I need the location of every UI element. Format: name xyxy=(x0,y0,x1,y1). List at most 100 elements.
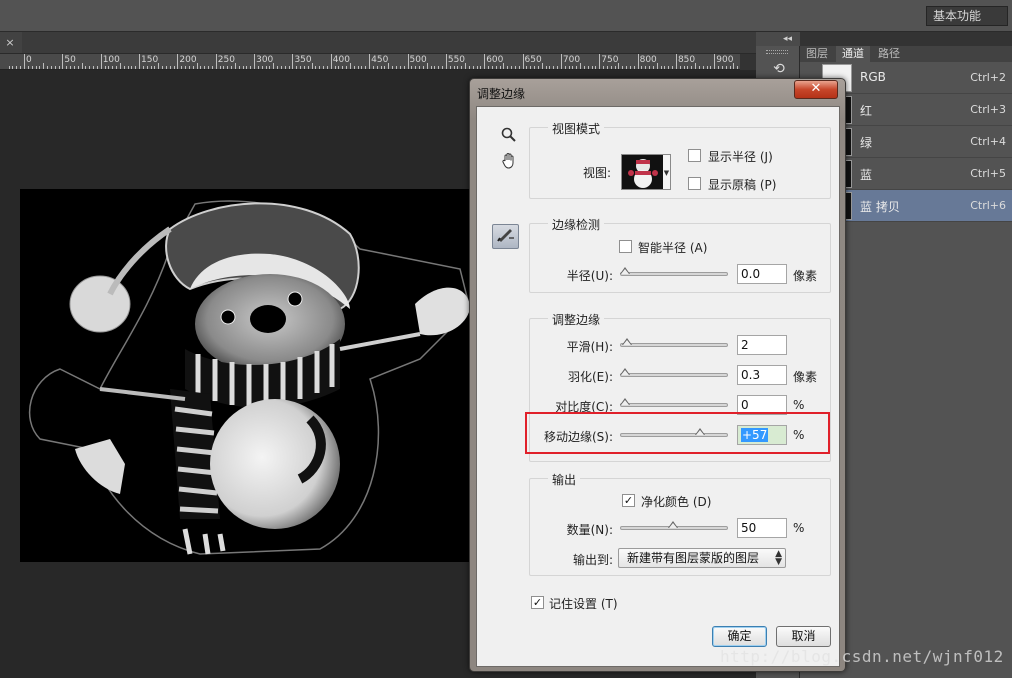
contrast-slider[interactable] xyxy=(620,398,728,407)
view-mode-thumbnail[interactable] xyxy=(621,154,665,190)
ruler-tick xyxy=(181,66,183,69)
ruler-tick xyxy=(664,66,666,69)
ruler-tick xyxy=(426,63,428,69)
workspace-switcher[interactable]: 基本功能 xyxy=(926,6,1008,26)
ruler-tick xyxy=(369,54,371,69)
history-icon[interactable]: ⟲ xyxy=(770,60,788,78)
ruler-tick xyxy=(384,66,386,69)
ruler-tick xyxy=(315,66,317,69)
ruler-tick xyxy=(66,66,68,69)
amount-input[interactable]: 50 xyxy=(737,518,787,538)
ruler-tick xyxy=(629,66,631,69)
ruler-label: 150 xyxy=(141,55,159,65)
contrast-slider-thumb[interactable] xyxy=(620,398,631,409)
ruler-label: 350 xyxy=(294,55,312,65)
document-tab[interactable] xyxy=(22,32,756,53)
ruler-tick xyxy=(472,66,474,69)
ruler-tick xyxy=(656,63,658,69)
show-radius-checkbox[interactable] xyxy=(688,149,701,162)
options-bar: 基本功能 xyxy=(0,0,1012,32)
smooth-slider-thumb[interactable] xyxy=(621,338,633,349)
ruler-tick xyxy=(139,54,141,69)
zoom-tool-icon[interactable] xyxy=(498,127,520,149)
ruler-tick xyxy=(468,66,470,69)
panel-collapse-button[interactable]: ◂◂ xyxy=(756,32,800,46)
ruler-tick xyxy=(438,66,440,69)
channel-name: RGB xyxy=(860,70,886,84)
radius-label: 半径(U): xyxy=(566,269,613,283)
snowman-image xyxy=(28,200,470,555)
ruler-tick xyxy=(649,66,651,69)
radius-input[interactable]: 0.0 xyxy=(737,264,787,284)
feather-slider-thumb[interactable] xyxy=(620,368,631,379)
ruler-tick xyxy=(223,66,225,69)
radius-slider-thumb[interactable] xyxy=(620,267,631,278)
ruler-tick xyxy=(445,54,447,69)
feather-input[interactable]: 0.3 xyxy=(737,365,787,385)
feather-slider[interactable] xyxy=(620,368,728,377)
remember-settings-checkbox[interactable]: ✓ xyxy=(531,596,544,609)
ruler-tick xyxy=(169,66,171,69)
hand-tool-icon[interactable] xyxy=(498,152,520,174)
decontaminate-colors-checkbox[interactable]: ✓ xyxy=(622,494,635,507)
ruler-tick xyxy=(476,66,478,69)
feather-label: 羽化(E): xyxy=(568,370,613,384)
ruler-tick xyxy=(587,66,589,69)
ruler-tick xyxy=(261,66,263,69)
amount-slider-thumb[interactable] xyxy=(668,521,679,532)
ruler-tick xyxy=(342,66,344,69)
close-document-icon[interactable]: × xyxy=(2,36,18,50)
ruler-tick xyxy=(564,66,566,69)
tab-layers[interactable]: 图层 xyxy=(800,46,834,62)
ruler-tick xyxy=(284,66,286,69)
remember-settings-label: 记住设置 (T) xyxy=(549,597,618,611)
radius-slider[interactable] xyxy=(620,267,728,276)
show-radius-label: 显示半径 (J) xyxy=(708,150,773,164)
show-original-checkbox[interactable] xyxy=(688,177,701,190)
ruler-tick xyxy=(242,66,244,69)
ruler-tick xyxy=(20,66,22,69)
ruler-tick xyxy=(706,66,708,69)
ruler-tick xyxy=(461,66,463,69)
ruler-tick xyxy=(27,66,29,69)
ruler-tick xyxy=(599,54,601,69)
view-mode-group: 视图模式 视图: ▼ 显示半径 (J) 显示原稿 (P) xyxy=(529,120,831,199)
ruler-tick xyxy=(399,66,401,69)
ok-button[interactable]: 确定 xyxy=(712,626,767,647)
ruler-tick xyxy=(8,66,10,69)
ruler-tick xyxy=(560,54,562,69)
ruler-tick xyxy=(503,63,505,69)
smooth-input[interactable]: 2 xyxy=(737,335,787,355)
ruler-tick xyxy=(633,66,635,69)
horizontal-ruler: 0 50 100 150 200 250 300 350 400 450 500 550 600 650 7… xyxy=(0,54,740,70)
cancel-button[interactable]: 取消 xyxy=(776,626,831,647)
ruler-tick xyxy=(637,54,639,69)
smart-radius-checkbox[interactable] xyxy=(619,240,632,253)
ruler-tick xyxy=(254,54,256,69)
tab-paths[interactable]: 路径 xyxy=(872,46,906,62)
ruler-tick xyxy=(725,66,727,69)
ruler-tick xyxy=(89,66,91,69)
ruler-tick xyxy=(43,63,45,69)
ruler-tick xyxy=(96,66,98,69)
amount-slider[interactable] xyxy=(620,521,728,530)
tab-channels[interactable]: 通道 xyxy=(836,46,870,62)
ruler-tick xyxy=(419,66,420,69)
output-to-value: 新建带有图层蒙版的图层 xyxy=(627,551,760,565)
panel-grip[interactable] xyxy=(766,50,788,54)
channel-shortcut: Ctrl+5 xyxy=(970,167,1006,180)
view-mode-dropdown-arrow[interactable]: ▼ xyxy=(663,154,671,190)
ruler-tick xyxy=(507,66,509,69)
smooth-slider[interactable] xyxy=(620,338,728,347)
document-canvas[interactable] xyxy=(20,189,470,562)
contrast-unit: % xyxy=(793,398,805,412)
ruler-tick xyxy=(269,66,271,69)
ruler-label: 300 xyxy=(256,55,274,65)
close-icon[interactable]: ✕ xyxy=(794,80,838,99)
ruler-tick xyxy=(721,66,723,69)
ruler-tick xyxy=(54,66,56,69)
ruler-tick xyxy=(104,66,106,69)
refine-radius-brush-icon[interactable] xyxy=(492,224,519,249)
output-to-select[interactable]: 新建带有图层蒙版的图层 ▲ ▼ xyxy=(618,548,786,568)
spinner-arrows-icon: ▲ ▼ xyxy=(775,549,782,567)
